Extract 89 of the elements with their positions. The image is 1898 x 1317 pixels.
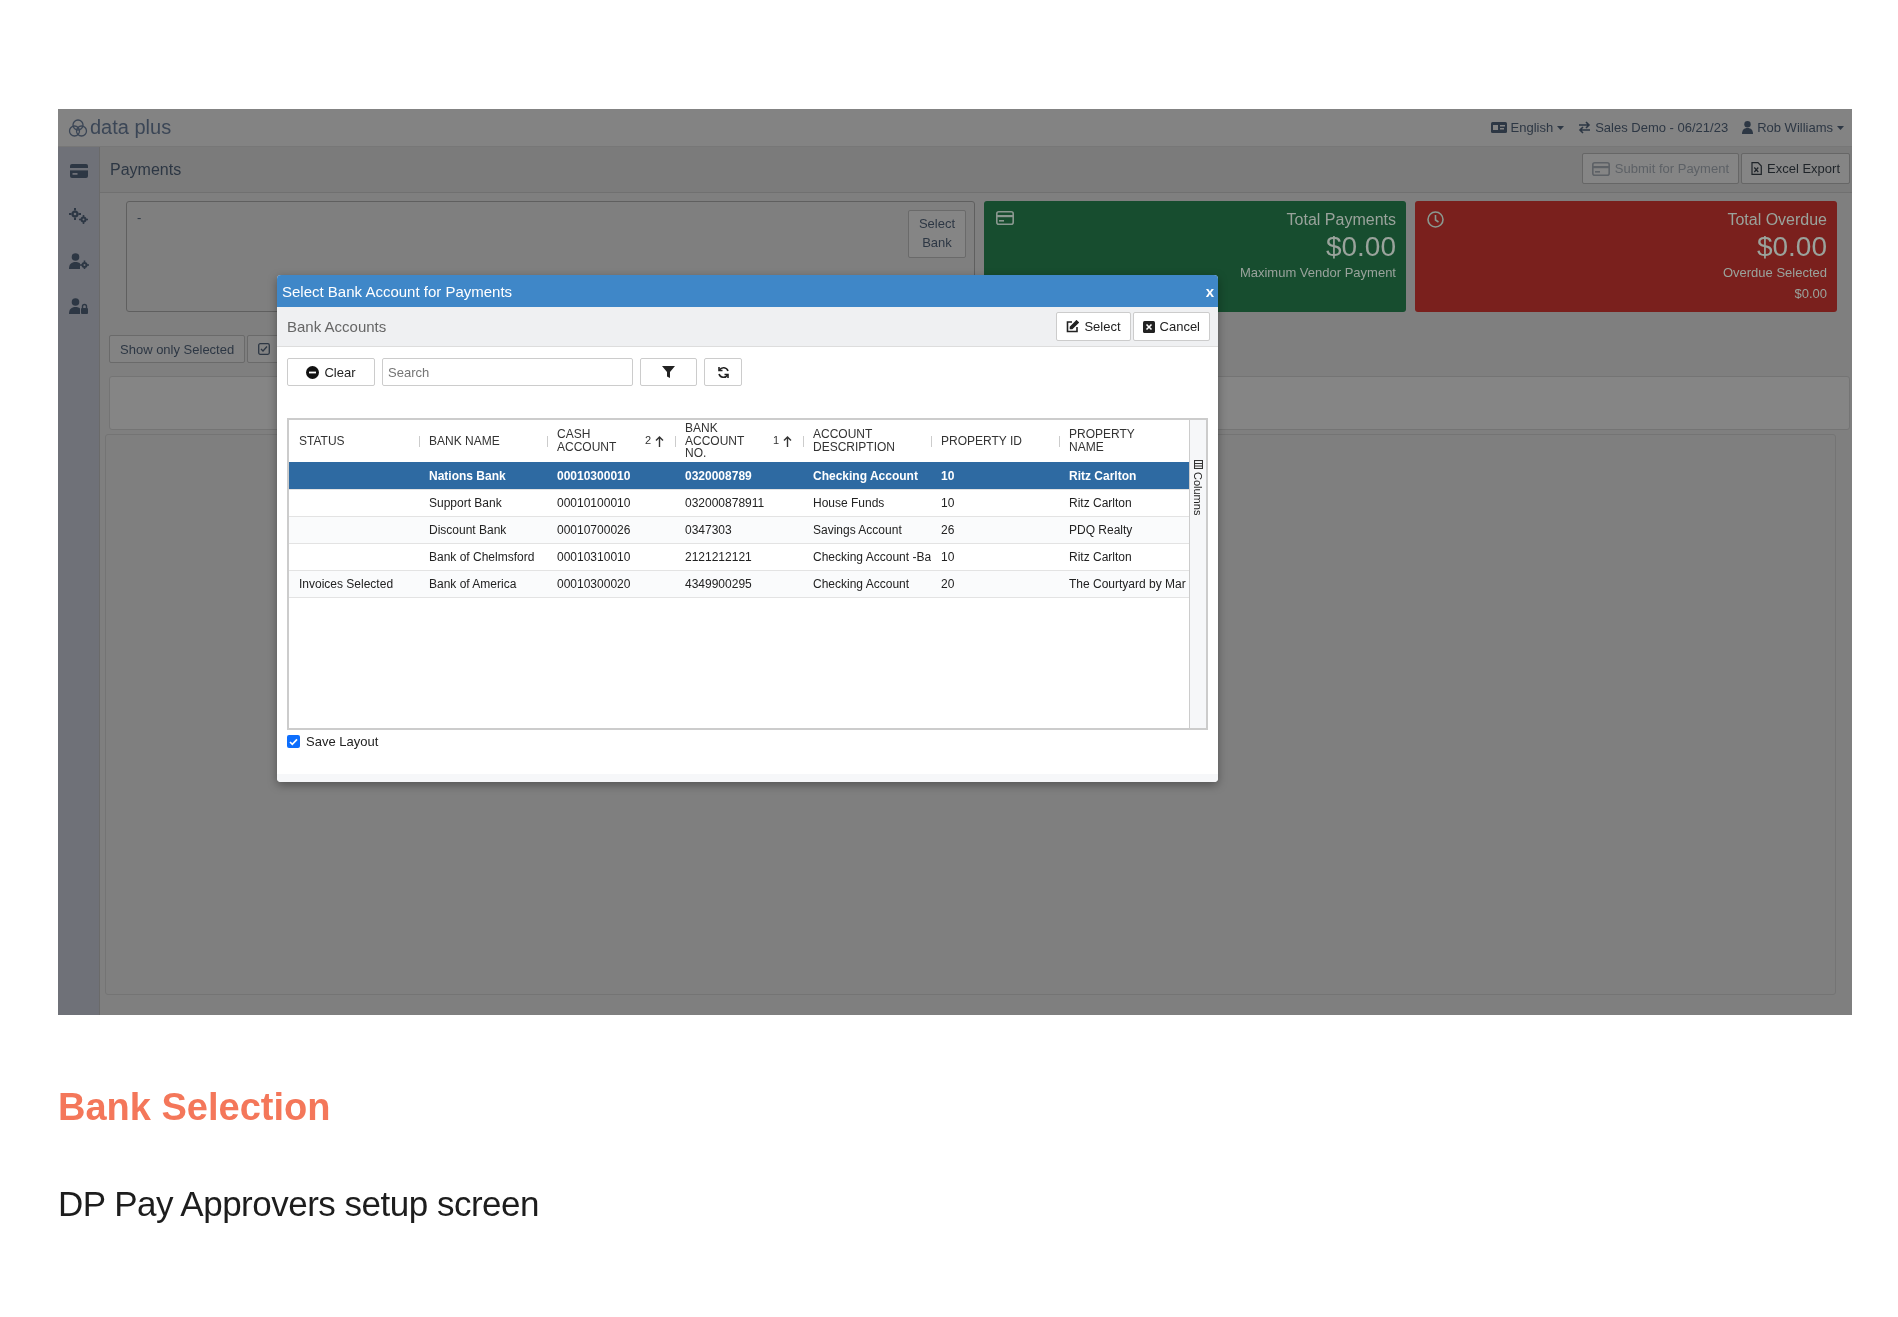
card-subtitle: Maximum Vendor Payment (1239, 265, 1396, 280)
table-cell: 0347303 (685, 523, 732, 537)
checkbox-label: Save Layout (306, 734, 379, 749)
close-icon (1142, 320, 1155, 333)
column-header[interactable]: CASH ACCOUNT 2 (547, 420, 675, 462)
table-cell: 10 (941, 496, 955, 510)
card-amount: $0.00 (1325, 231, 1396, 263)
table-cell: Nations Bank (429, 469, 506, 483)
table-cell: 26 (941, 523, 955, 537)
table-cell: Checking Account (813, 577, 910, 591)
column-header[interactable]: ACCOUNT DESCRIPTION (803, 420, 931, 462)
table-cell: Invoices Selected (299, 577, 394, 591)
section-title: Bank Accounts (287, 318, 387, 335)
table-row[interactable]: Discount Bank 00010700026 0347303 Savings Account 26 PDQ Realty (289, 516, 1189, 543)
card-amount: $0.00 (1756, 231, 1827, 263)
columns-tab[interactable]: Columns (1189, 420, 1206, 728)
column-header[interactable]: PROPERTY ID (931, 420, 1059, 462)
table-cell: Bank of Chelmsford (429, 550, 535, 564)
logo-icon (68, 117, 88, 138)
table-cell: Checking Account (813, 469, 918, 483)
caret-icon (1837, 125, 1844, 130)
table-cell: PDQ Realty (1069, 523, 1133, 537)
filter-icon (662, 366, 675, 378)
caption-subheading: DP Pay Approvers setup screen (58, 1184, 539, 1224)
table-cell: Ritz Carlton (1069, 496, 1132, 510)
table-cell: 00010100010 (557, 496, 631, 510)
columns-icon (1193, 460, 1203, 469)
filter-button[interactable] (640, 358, 697, 386)
table-cell: 00010300020 (557, 577, 631, 591)
table-cell: Ritz Carlton (1069, 550, 1132, 564)
minus-circle-icon (306, 365, 320, 379)
page-title: Payments (110, 160, 182, 179)
table-row[interactable]: Invoices Selected Bank of America 00010300020 4349900295 Checking Account 20 The Courtyard by Mar (289, 570, 1189, 597)
table-cell: 00010700026 (557, 523, 631, 537)
table-cell: Checking Account -Ba (813, 550, 931, 564)
clear-button[interactable]: Clear (287, 358, 375, 386)
table-cell: House Funds (813, 496, 885, 510)
dialog-title: Select Bank Account for Payments (282, 282, 513, 300)
card-title: Total Overdue (1727, 211, 1827, 229)
credit-card-icon (1591, 161, 1610, 176)
table-cell: 032000878911 (685, 496, 765, 510)
dialog-action-button[interactable]: Select (1056, 312, 1131, 341)
table-cell: 4349900295 (685, 577, 752, 591)
edit-icon (1066, 320, 1080, 333)
column-header[interactable]: BANK ACCOUNT NO. 1 (675, 420, 803, 462)
table-cell: 00010300010 (557, 469, 631, 483)
card-note: $0.00 (1794, 286, 1827, 301)
checkbox[interactable] (287, 735, 300, 748)
table-cell: 10 (941, 469, 955, 483)
column-header[interactable]: BANK NAME (419, 420, 547, 462)
card-subtitle: Overdue Selected (1722, 265, 1827, 280)
refresh-button[interactable] (704, 358, 742, 386)
clock-icon (1427, 211, 1444, 228)
table-cell: The Courtyard by Mar (1069, 577, 1186, 591)
id-card-icon (1490, 122, 1507, 133)
credit-card-icon (69, 164, 88, 178)
table-cell: Savings Account (813, 523, 902, 537)
caption-heading: Bank Selection (58, 1086, 332, 1129)
table-cell: 00010310010 (557, 550, 631, 564)
excel-file-icon (1751, 162, 1762, 175)
column-header[interactable]: PROPERTY NAME (1059, 420, 1189, 462)
sort-up-icon (655, 435, 665, 447)
table-cell: Discount Bank (429, 523, 507, 537)
app-logo-text: data plus (90, 116, 172, 139)
sort-up-icon (783, 435, 793, 447)
caret-icon (1557, 125, 1565, 130)
table-cell: Ritz Carlton (1069, 469, 1137, 483)
table-cell: 20 (941, 577, 955, 591)
exchange-icon (1578, 121, 1592, 134)
user-icon (1742, 121, 1754, 134)
table-cell: Support Bank (429, 496, 502, 510)
credit-card-icon (996, 211, 1014, 225)
table-row[interactable]: Nations Bank 00010300010 0320008789 Checking Account 10 Ritz Carlton (289, 462, 1189, 489)
close-button[interactable]: x (1205, 282, 1214, 300)
table-cell: 0320008789 (685, 469, 752, 483)
gears-icon (68, 208, 89, 224)
checkbox-icon (258, 343, 271, 355)
column-header[interactable]: STATUS (289, 420, 419, 462)
refresh-icon (716, 365, 730, 379)
table-cell: 2121212121 (685, 550, 752, 564)
table-cell: 10 (941, 550, 955, 564)
dialog-action-button[interactable]: Cancel (1132, 312, 1210, 341)
search-field[interactable]: Search (382, 358, 633, 386)
user-gear-icon (68, 253, 89, 269)
user-lock-icon (68, 298, 89, 314)
card-title: Total Payments (1286, 211, 1396, 229)
toolbar-button[interactable]: Excel Export (1741, 153, 1850, 184)
table-cell: Bank of America (429, 577, 517, 591)
bank-value: - (137, 210, 142, 227)
